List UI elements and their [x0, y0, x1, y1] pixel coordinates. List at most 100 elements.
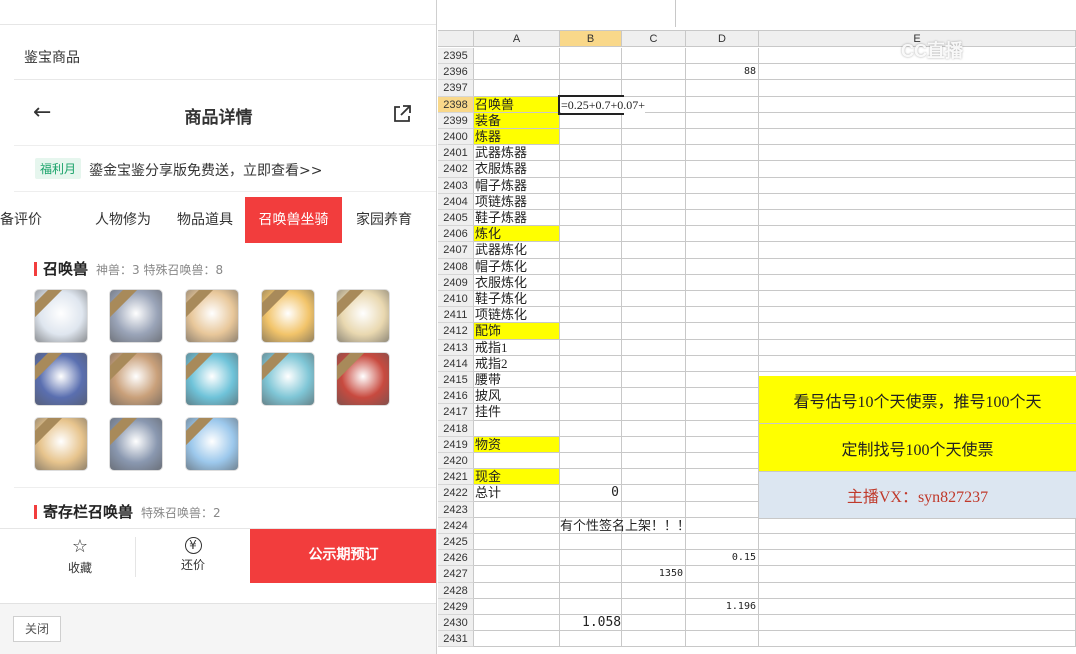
cell-b[interactable] — [560, 631, 622, 647]
cell-e[interactable] — [759, 307, 1076, 323]
cell-d[interactable] — [686, 259, 759, 275]
cell-a[interactable]: 帽子炼化 — [474, 259, 560, 275]
cell-b[interactable] — [560, 340, 622, 356]
banner-cell-1[interactable]: 看号估号10个天使票，推号100个天 — [759, 376, 1076, 424]
column-header-b[interactable]: B — [560, 31, 622, 47]
favorite-button[interactable]: ☆ 收藏 — [40, 529, 120, 583]
row-header[interactable]: 2404 — [438, 194, 474, 210]
row-header[interactable]: 2416 — [438, 388, 474, 404]
cell-e[interactable] — [759, 323, 1076, 340]
cell-a[interactable] — [474, 599, 560, 615]
cell-a[interactable]: 配饰 — [474, 323, 560, 340]
cell-b[interactable] — [560, 583, 622, 599]
cell-c[interactable] — [622, 550, 686, 566]
cell-c[interactable] — [622, 64, 686, 80]
cell-a[interactable]: 装备 — [474, 113, 560, 129]
cell-e[interactable] — [759, 129, 1076, 145]
cell-d[interactable] — [686, 161, 759, 178]
pet-avatar-boar[interactable] — [109, 352, 163, 406]
row-header[interactable]: 2428 — [438, 583, 474, 599]
cell-b[interactable] — [560, 599, 622, 615]
cell-b[interactable] — [560, 242, 622, 259]
cell-a[interactable] — [474, 566, 560, 583]
row-header[interactable]: 2419 — [438, 437, 474, 453]
cell-c[interactable]: 1350 — [622, 566, 686, 583]
cell-d[interactable] — [686, 534, 759, 550]
cell-a[interactable]: 鞋子炼化 — [474, 291, 560, 307]
cell-a[interactable]: 现金 — [474, 469, 560, 485]
tab-pets-mounts[interactable]: 召唤兽坐骑 — [245, 197, 342, 243]
cell-d[interactable]: 0.15 — [686, 550, 759, 566]
row-header[interactable]: 2407 — [438, 242, 474, 259]
pet-avatar-elder[interactable] — [185, 289, 239, 343]
cell-b[interactable] — [560, 388, 622, 404]
bargain-button[interactable]: ¥ 还价 — [153, 529, 233, 583]
row-header[interactable]: 2405 — [438, 210, 474, 226]
row-header[interactable]: 2397 — [438, 80, 474, 97]
row-header[interactable]: 2402 — [438, 161, 474, 178]
cell-c[interactable] — [622, 340, 686, 356]
row-header[interactable]: 2427 — [438, 566, 474, 583]
pet-avatar-blue-ghost[interactable] — [34, 352, 88, 406]
cell-d[interactable] — [686, 453, 759, 469]
cell-a[interactable] — [474, 64, 560, 80]
row-header[interactable]: 2418 — [438, 421, 474, 437]
row-header[interactable]: 2421 — [438, 469, 474, 485]
cell-b[interactable] — [560, 453, 622, 469]
row-header[interactable]: 2399 — [438, 113, 474, 129]
row-header[interactable]: 2415 — [438, 372, 474, 388]
cell-c[interactable] — [622, 421, 686, 437]
cell-a[interactable]: 鞋子炼器 — [474, 210, 560, 226]
cell-d[interactable] — [686, 129, 759, 145]
row-header[interactable]: 2410 — [438, 291, 474, 307]
cell-e[interactable] — [759, 194, 1076, 210]
cell-e[interactable] — [759, 615, 1076, 631]
pet-avatar-princess[interactable] — [261, 352, 315, 406]
cell-d[interactable] — [686, 97, 759, 113]
cell-b[interactable] — [560, 259, 622, 275]
cell-d[interactable] — [686, 113, 759, 129]
cell-b[interactable] — [560, 404, 622, 421]
row-header[interactable]: 2406 — [438, 226, 474, 242]
cell-e[interactable] — [759, 599, 1076, 615]
cell-d[interactable] — [686, 404, 759, 421]
cell-b[interactable] — [560, 291, 622, 307]
cell-d[interactable] — [686, 242, 759, 259]
cell-c[interactable] — [622, 275, 686, 291]
cell-d[interactable] — [686, 48, 759, 64]
row-header[interactable]: 2400 — [438, 129, 474, 145]
cell-a[interactable] — [474, 518, 560, 534]
cell-b[interactable] — [560, 534, 622, 550]
row-header[interactable]: 2414 — [438, 356, 474, 372]
cell-a[interactable]: 武器炼器 — [474, 145, 560, 161]
column-header-a[interactable]: A — [474, 31, 560, 47]
row-header[interactable]: 2395 — [438, 48, 474, 64]
cell-b[interactable] — [560, 129, 622, 145]
cell-c[interactable] — [622, 226, 686, 242]
cell-d[interactable] — [686, 178, 759, 194]
cell-c[interactable] — [622, 48, 686, 64]
row-header[interactable]: 2401 — [438, 145, 474, 161]
cell-a[interactable]: 戒指2 — [474, 356, 560, 372]
pet-avatar-girl[interactable] — [261, 289, 315, 343]
cell-c[interactable] — [622, 194, 686, 210]
cell-c[interactable] — [622, 242, 686, 259]
cell-a[interactable] — [474, 421, 560, 437]
cell-e[interactable] — [759, 275, 1076, 291]
cell-d[interactable] — [686, 291, 759, 307]
row-header[interactable]: 2417 — [438, 404, 474, 421]
banner-cell-2[interactable]: 定制找号100个天使票 — [759, 424, 1076, 472]
cell-b[interactable] — [560, 113, 622, 129]
cell-b[interactable] — [560, 48, 622, 64]
cell-b[interactable] — [560, 307, 622, 323]
cell-b[interactable] — [560, 437, 622, 453]
cell-c[interactable] — [622, 469, 686, 485]
row-header[interactable]: 2408 — [438, 259, 474, 275]
pet-avatar-beast[interactable] — [109, 289, 163, 343]
row-header[interactable]: 2431 — [438, 631, 474, 647]
cell-d[interactable] — [686, 80, 759, 97]
cell-e[interactable] — [759, 97, 1076, 113]
cell-a[interactable]: 炼器 — [474, 129, 560, 145]
row-header[interactable]: 2429 — [438, 599, 474, 615]
cell-a[interactable]: 炼化 — [474, 226, 560, 242]
